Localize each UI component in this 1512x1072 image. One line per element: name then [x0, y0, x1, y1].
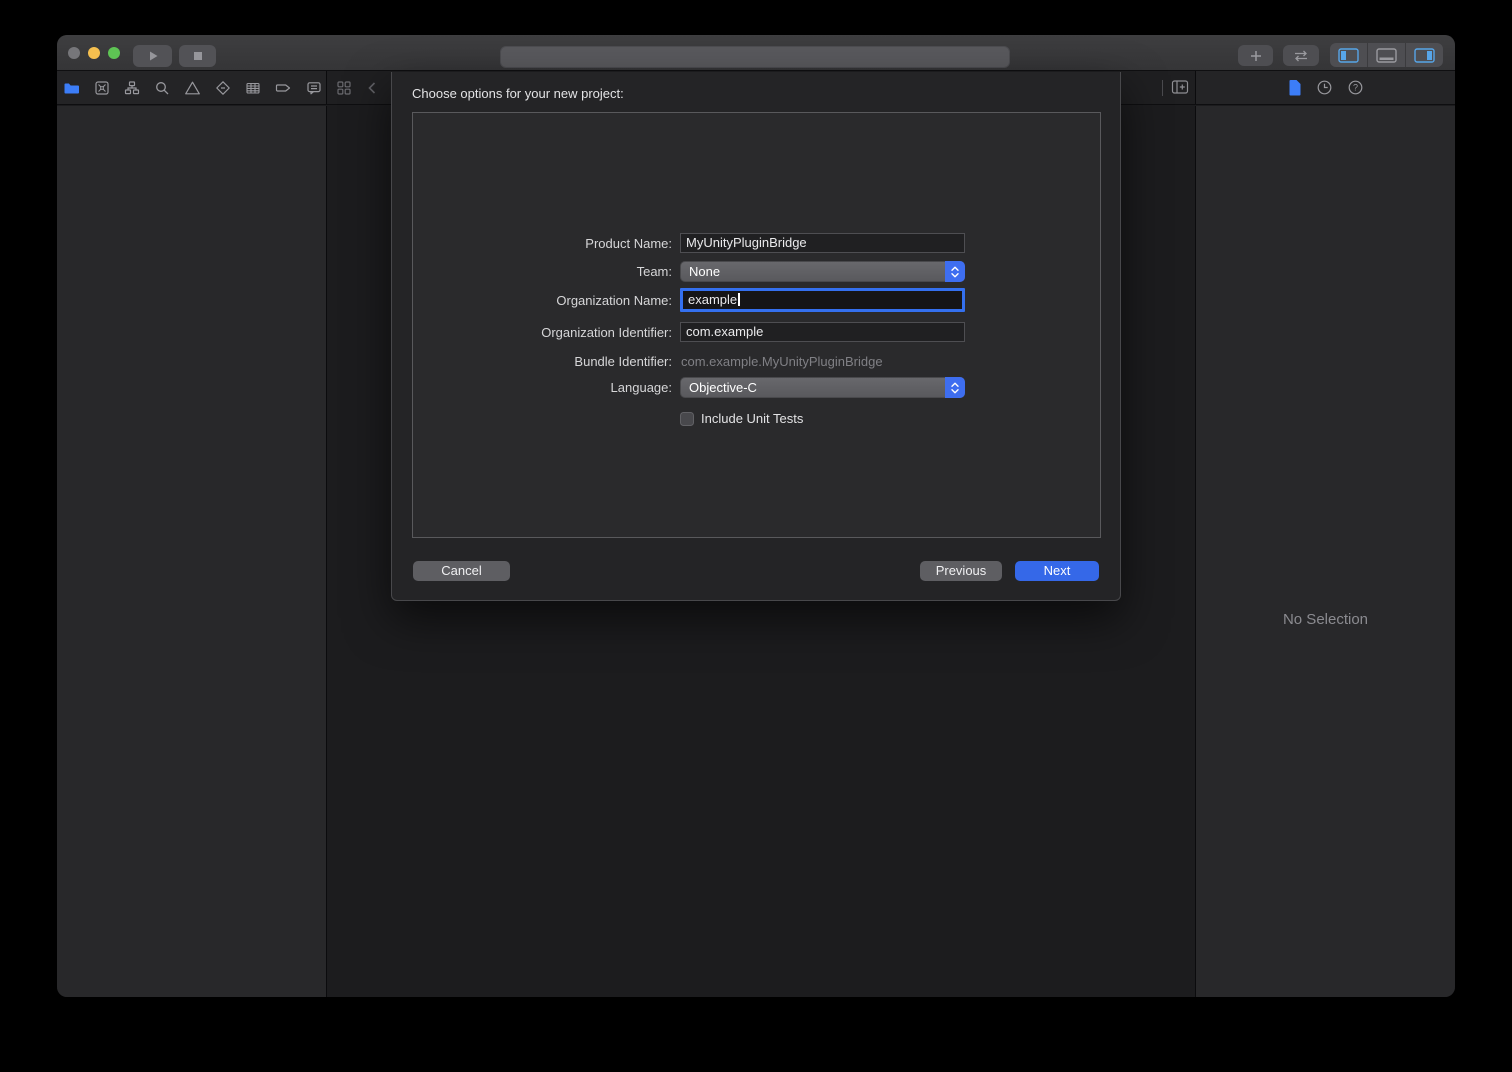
activity-status-field	[500, 46, 1010, 68]
previous-button[interactable]: Previous	[920, 561, 1002, 581]
editor-arrows-icon	[1292, 49, 1310, 63]
toggle-bottom-panel-icon	[1376, 48, 1397, 63]
organization-name-field[interactable]: example	[680, 288, 965, 312]
stop-button[interactable]	[179, 45, 216, 67]
issue-navigator-icon[interactable]	[184, 80, 201, 96]
new-project-options-dialog: Choose options for your new project: Pro…	[391, 72, 1121, 601]
bundle-identifier-label: Bundle Identifier:	[413, 354, 672, 369]
zoom-window-button[interactable]	[108, 47, 120, 59]
cancel-button[interactable]: Cancel	[413, 561, 510, 581]
toggle-left-panel-icon	[1338, 48, 1359, 63]
minimize-window-button[interactable]	[88, 47, 100, 59]
test-navigator-icon[interactable]	[215, 80, 231, 96]
tabs-overview-icon[interactable]	[336, 80, 352, 96]
language-label: Language:	[413, 380, 672, 395]
breakpoint-navigator-icon[interactable]	[275, 80, 292, 96]
product-name-label: Product Name:	[413, 236, 672, 251]
dialog-title: Choose options for your new project:	[412, 86, 624, 101]
stop-icon	[191, 49, 205, 63]
team-popup-value: None	[689, 264, 720, 279]
code-review-button[interactable]	[1283, 45, 1319, 66]
library-add-button[interactable]	[1238, 45, 1273, 66]
toolbar-divider	[1162, 80, 1163, 96]
constraints-navigator-icon[interactable]	[94, 80, 110, 96]
history-inspector-icon[interactable]	[1316, 79, 1333, 96]
toggle-bottom-panel-button[interactable]	[1367, 43, 1405, 67]
include-unit-tests-label: Include Unit Tests	[701, 411, 803, 426]
popup-chevrons-icon	[945, 261, 965, 282]
toggle-right-panel-icon	[1414, 48, 1435, 63]
find-navigator-icon[interactable]	[154, 80, 170, 96]
navigator-panel	[57, 106, 327, 997]
play-icon	[146, 49, 160, 63]
bundle-identifier-value: com.example.MyUnityPluginBridge	[681, 354, 883, 369]
text-caret	[738, 293, 740, 306]
project-navigator-icon[interactable]	[63, 80, 80, 96]
file-inspector-icon[interactable]	[1288, 79, 1302, 96]
traffic-lights	[68, 47, 120, 59]
organization-identifier-field[interactable]: com.example	[680, 322, 965, 342]
debug-navigator-icon[interactable]	[245, 80, 261, 96]
next-button[interactable]: Next	[1015, 561, 1099, 581]
product-name-field[interactable]: MyUnityPluginBridge	[680, 233, 965, 253]
hierarchy-navigator-icon[interactable]	[124, 80, 140, 96]
popup-chevrons-icon	[945, 377, 965, 398]
inspector-panel: No Selection	[1196, 106, 1455, 997]
navigator-tab-bar	[57, 71, 327, 104]
svg-text:?: ?	[1352, 83, 1357, 93]
options-form-box: Product Name: MyUnityPluginBridge Team: …	[412, 112, 1101, 538]
xcode-window: ? No Selection Choose options for your n…	[57, 35, 1455, 997]
language-popup[interactable]: Objective-C	[680, 377, 965, 398]
team-popup[interactable]: None	[680, 261, 965, 282]
inspector-tab-bar: ?	[1196, 71, 1455, 104]
report-navigator-icon[interactable]	[306, 80, 322, 96]
organization-identifier-label: Organization Identifier:	[413, 325, 672, 340]
organization-name-label: Organization Name:	[413, 293, 672, 308]
titlebar	[57, 35, 1455, 71]
toggle-left-panel-button[interactable]	[1330, 43, 1367, 67]
toggle-right-panel-button[interactable]	[1405, 43, 1443, 67]
panel-toggle-group	[1330, 43, 1443, 67]
close-window-button[interactable]	[68, 47, 80, 59]
organization-name-value: example	[688, 292, 737, 307]
team-label: Team:	[413, 264, 672, 279]
no-selection-label: No Selection	[1196, 611, 1455, 628]
back-chevron-icon[interactable]	[366, 80, 378, 96]
language-popup-value: Objective-C	[689, 380, 757, 395]
include-unit-tests-checkbox[interactable]	[680, 412, 694, 426]
plus-icon	[1249, 49, 1263, 63]
quick-help-inspector-icon[interactable]: ?	[1347, 79, 1364, 96]
run-button[interactable]	[133, 45, 172, 67]
add-editor-icon[interactable]	[1171, 79, 1189, 95]
